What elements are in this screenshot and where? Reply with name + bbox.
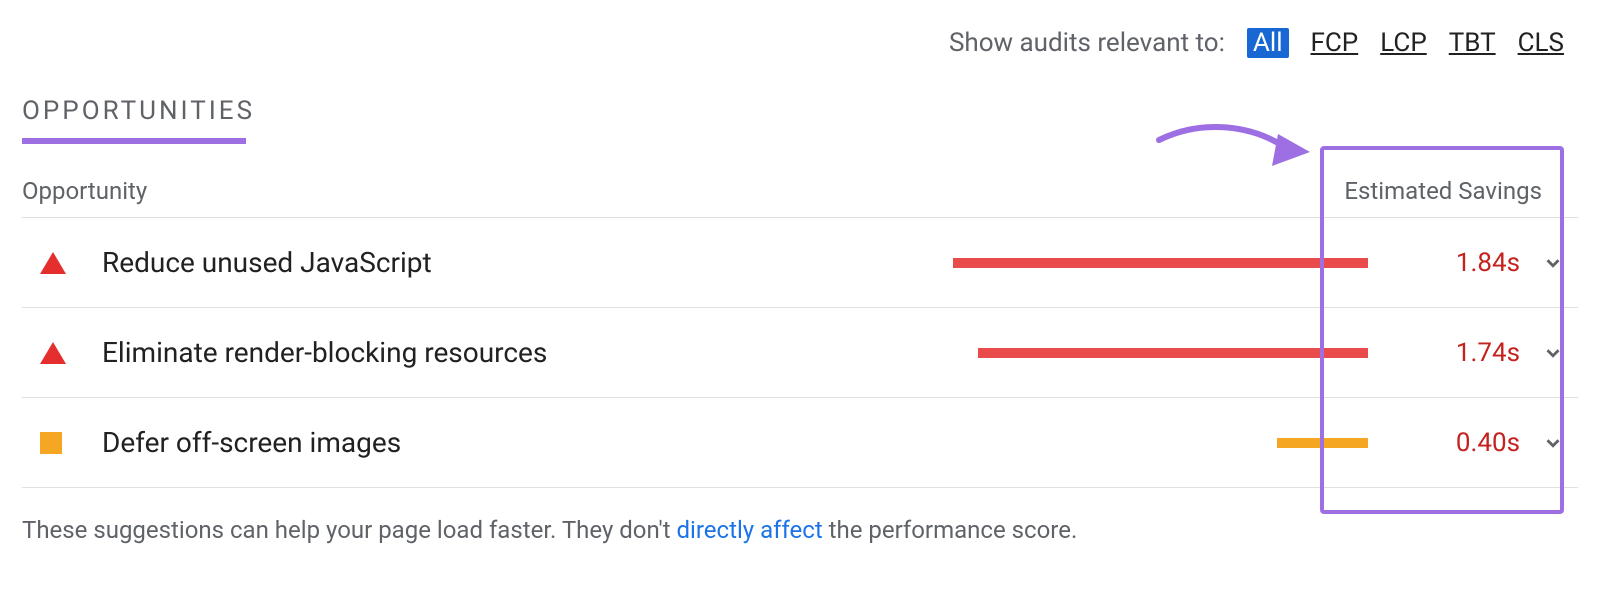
savings-value: 1.74s xyxy=(1368,338,1528,368)
savings-bar xyxy=(953,258,1368,268)
savings-bar-fill xyxy=(953,258,1368,268)
col-header-savings: Estimated Savings xyxy=(1344,177,1578,205)
footer-text-post: the performance score. xyxy=(823,516,1078,544)
savings-value: 0.40s xyxy=(1368,428,1528,458)
severity-square-icon xyxy=(22,432,102,454)
filter-cls[interactable]: CLS xyxy=(1518,28,1564,58)
col-header-opportunity: Opportunity xyxy=(22,177,822,205)
opportunities-table: Opportunity Estimated Savings Reduce unu… xyxy=(22,164,1578,488)
savings-value: 1.84s xyxy=(1368,248,1528,278)
savings-bar xyxy=(953,438,1368,448)
opportunity-label: Reduce unused JavaScript xyxy=(102,246,822,279)
table-row[interactable]: Defer off-screen images 0.40s xyxy=(22,398,1578,488)
footer-link[interactable]: directly affect xyxy=(677,516,823,544)
table-row[interactable]: Reduce unused JavaScript 1.84s xyxy=(22,218,1578,308)
footer-text-pre: These suggestions can help your page loa… xyxy=(22,516,677,544)
severity-triangle-icon xyxy=(22,342,102,364)
audit-filter-bar: Show audits relevant to: All FCP LCP TBT… xyxy=(949,28,1564,58)
chevron-down-icon[interactable] xyxy=(1528,342,1578,364)
severity-triangle-icon xyxy=(22,252,102,274)
table-header-row: Opportunity Estimated Savings xyxy=(22,164,1578,218)
savings-bar xyxy=(953,348,1368,358)
section-title-underline xyxy=(22,138,246,144)
chevron-down-icon[interactable] xyxy=(1528,252,1578,274)
filter-lcp[interactable]: LCP xyxy=(1380,28,1427,58)
chevron-down-icon[interactable] xyxy=(1528,432,1578,454)
filter-all[interactable]: All xyxy=(1247,28,1289,58)
filter-fcp[interactable]: FCP xyxy=(1311,28,1359,58)
opportunity-label: Eliminate render-blocking resources xyxy=(102,336,822,369)
audit-filter-label: Show audits relevant to: xyxy=(949,28,1225,58)
opportunity-label: Defer off-screen images xyxy=(102,426,822,459)
section-title: OPPORTUNITIES xyxy=(22,96,255,138)
filter-tbt[interactable]: TBT xyxy=(1449,28,1496,58)
footer-note: These suggestions can help your page loa… xyxy=(22,516,1077,544)
lighthouse-opportunities-panel: Show audits relevant to: All FCP LCP TBT… xyxy=(0,0,1600,590)
savings-bar-fill xyxy=(1277,438,1368,448)
table-row[interactable]: Eliminate render-blocking resources 1.74… xyxy=(22,308,1578,398)
savings-bar-fill xyxy=(978,348,1368,358)
